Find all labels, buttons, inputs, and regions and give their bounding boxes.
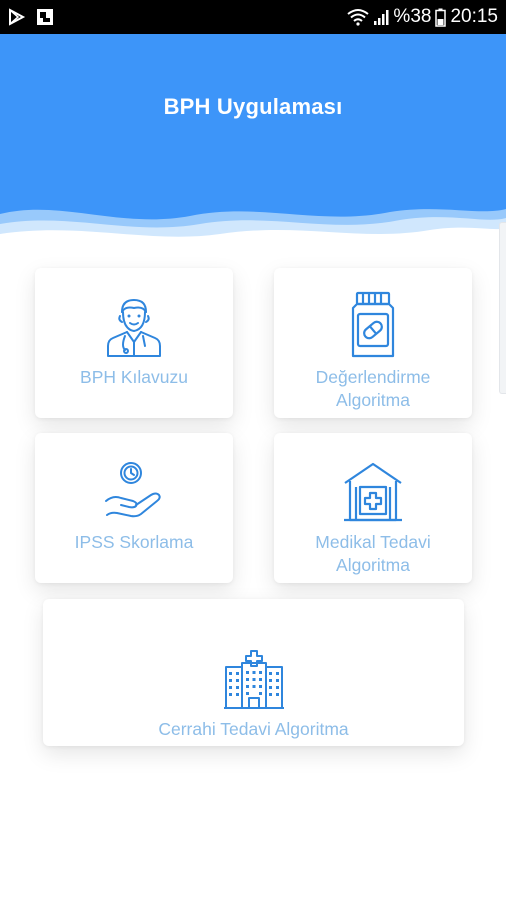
clinic-icon	[344, 462, 402, 522]
doctor-icon	[107, 299, 161, 357]
evaluation-algorithm-card[interactable]: Değerlendirme Algoritma	[274, 268, 472, 418]
gallery-icon	[37, 9, 53, 25]
app-header: BPH Uygulaması	[0, 34, 506, 244]
signal-icon	[374, 10, 389, 25]
hand-clock-icon	[105, 462, 161, 518]
ipss-scoring-card[interactable]: IPSS Skorlama	[35, 433, 233, 583]
card-label: IPSS Skorlama	[74, 532, 194, 552]
surgical-treatment-card[interactable]: Cerrahi Tedavi Algoritma	[43, 599, 464, 746]
status-bar: %38 20:15	[0, 0, 506, 34]
card-label: Medikal Tedavi Algoritma	[315, 532, 431, 575]
card-label: Değerlendirme Algoritma	[315, 367, 431, 410]
card-label: Cerrahi Tedavi Algoritma	[158, 719, 349, 739]
wave-decoration	[0, 209, 506, 244]
card-label: BPH Kılavuzu	[80, 367, 188, 387]
page-title: BPH Uygulaması	[163, 94, 343, 119]
wifi-icon	[347, 9, 370, 26]
battery-percent: %38	[393, 6, 432, 27]
medicine-bottle-icon	[351, 291, 395, 358]
battery-icon	[435, 8, 447, 27]
hospital-icon	[223, 650, 284, 709]
clock: 20:15	[450, 6, 498, 27]
bph-guide-card[interactable]: BPH Kılavuzu	[35, 268, 233, 418]
medical-treatment-card[interactable]: Medikal Tedavi Algoritma	[274, 433, 472, 583]
scrollbar[interactable]	[499, 222, 506, 394]
play-store-icon	[9, 8, 26, 26]
